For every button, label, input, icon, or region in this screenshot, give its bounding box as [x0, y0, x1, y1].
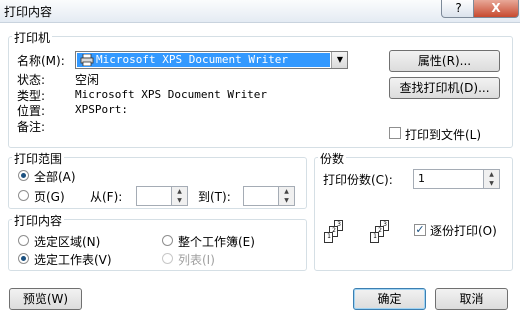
active-sheets-radio[interactable] [18, 253, 29, 264]
list-label: 列表(I) [178, 253, 215, 267]
printer-group-label: 打印机 [12, 29, 53, 46]
cancel-button[interactable]: 取消 [435, 288, 508, 310]
comment-label: 备注: [17, 120, 46, 134]
spin-up-icon[interactable]: ▲ [484, 170, 499, 179]
printer-name-value: Microsoft XPS Document Writer [96, 53, 289, 66]
window-title: 打印内容 [4, 5, 53, 19]
spin-up-icon[interactable]: ▲ [172, 187, 187, 196]
copies-number-input[interactable]: 1 [413, 169, 484, 189]
collate-pages-icon: 3 2 1 [324, 220, 350, 246]
entire-workbook-label: 整个工作簿(E) [178, 235, 255, 249]
where-label: 位置: [17, 104, 46, 118]
spin-down-icon[interactable]: ▼ [484, 179, 499, 188]
copies-spinner[interactable]: ▲ ▼ [484, 169, 500, 189]
spin-down-icon[interactable]: ▼ [279, 196, 294, 205]
from-input[interactable] [136, 186, 172, 206]
status-value: 空闲 [75, 73, 100, 87]
active-sheets-label: 选定工作表(V) [34, 253, 112, 267]
from-spinner[interactable]: ▲ ▼ [172, 186, 188, 206]
range-all-label: 全部(A) [34, 170, 76, 184]
copies-group-label: 份数 [318, 150, 347, 167]
spin-up-icon[interactable]: ▲ [279, 187, 294, 196]
selection-radio[interactable] [18, 235, 29, 246]
spin-down-icon[interactable]: ▼ [172, 196, 187, 205]
ok-button[interactable]: 确定 [353, 288, 426, 310]
print-to-file-checkbox[interactable] [389, 127, 401, 139]
range-pages-label: 页(G) [34, 190, 65, 204]
to-label: 到(T): [198, 190, 231, 204]
status-label: 状态: [17, 73, 46, 87]
printer-icon [80, 53, 94, 67]
list-radio [162, 253, 173, 264]
print-range-group-label: 打印范围 [12, 150, 65, 167]
close-button[interactable]: X [473, 0, 519, 18]
copies-number-label: 打印份数(C): [323, 173, 393, 187]
chevron-down-icon: ▼ [336, 55, 344, 64]
collate-checkbox[interactable]: ✓ [414, 224, 426, 236]
to-input[interactable] [243, 186, 279, 206]
find-printer-button[interactable]: 查找打印机(D)... [389, 77, 500, 99]
preview-button[interactable]: 预览(W) [9, 288, 82, 310]
range-pages-radio[interactable] [18, 190, 29, 201]
entire-workbook-radio[interactable] [162, 235, 173, 246]
type-value: Microsoft XPS Document Writer [75, 88, 268, 101]
dropdown-button[interactable]: ▼ [331, 52, 347, 68]
help-button[interactable]: ? [441, 0, 476, 18]
print-what-group-label: 打印内容 [12, 212, 65, 229]
range-all-radio[interactable] [18, 170, 29, 181]
collate-label: 逐份打印(O) [430, 224, 497, 238]
where-value: XPSPort: [75, 103, 128, 116]
selection-label: 选定区域(N) [34, 235, 101, 249]
print-to-file-label: 打印到文件(L) [405, 128, 482, 142]
printer-name-select[interactable]: Microsoft XPS Document Writer ▼ [75, 51, 348, 69]
properties-button[interactable]: 属性(R)... [389, 50, 500, 72]
collate-pages-icon: 3 2 1 [370, 220, 396, 246]
to-spinner[interactable]: ▲ ▼ [279, 186, 295, 206]
printer-name-label: 名称(M): [17, 54, 65, 68]
from-label: 从(F): [90, 190, 123, 204]
